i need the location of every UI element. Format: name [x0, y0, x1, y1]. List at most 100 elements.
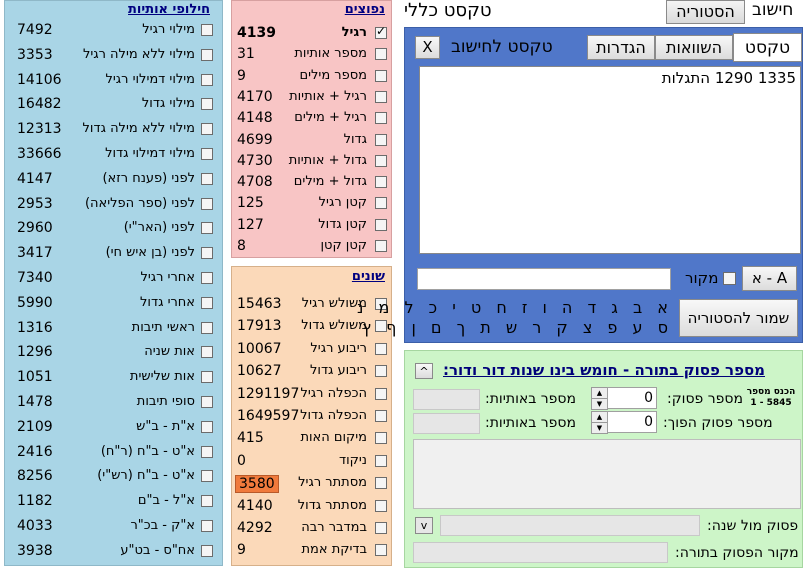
- swap-row-checkbox[interactable]: [201, 346, 213, 359]
- tab-history[interactable]: הסטוריה: [666, 0, 745, 24]
- swap-row-checkbox[interactable]: [201, 247, 213, 260]
- misc-row: 4292 במדבר רבה: [237, 518, 391, 540]
- swap-row-value: 8256: [17, 468, 53, 485]
- swap-row-checkbox[interactable]: [201, 172, 213, 185]
- common-row-checkbox[interactable]: [375, 24, 387, 39]
- swap-row-value: 1316: [17, 319, 53, 336]
- verse-vs-year-field: [440, 515, 700, 536]
- misc-row-label: מסתתר רגיל: [298, 475, 367, 491]
- verse-vs-year-label: פסוק מול שנה:: [707, 518, 799, 534]
- misc-row-checkbox[interactable]: [375, 387, 387, 400]
- common-row-checkbox[interactable]: [375, 69, 387, 82]
- swap-row-checkbox[interactable]: [201, 24, 213, 36]
- misc-title: שונים: [351, 269, 385, 284]
- swap-row: 4147 לפני (פענח רזא): [17, 169, 217, 191]
- misc-row-value: 17913: [237, 318, 282, 335]
- tab-settings[interactable]: הגדרות: [587, 35, 655, 60]
- tab-text[interactable]: טקסט: [733, 33, 802, 62]
- common-row-checkbox[interactable]: [375, 133, 387, 146]
- swap-row-checkbox[interactable]: [201, 48, 213, 61]
- source-checkbox[interactable]: [723, 272, 736, 285]
- misc-row-checkbox[interactable]: [375, 477, 387, 490]
- reverse-spinner-down-icon[interactable]: ▼: [591, 422, 608, 434]
- swap-row-checkbox[interactable]: [201, 98, 213, 111]
- swap-row-checkbox[interactable]: [201, 371, 213, 384]
- common-row: 4170 רגיל + אותיות: [237, 87, 391, 109]
- swap-row-checkbox[interactable]: [201, 321, 213, 334]
- letters-row-2[interactable]: ס ע פ צ ק ר ש ת ך ם ן ף ץ: [362, 318, 673, 337]
- enter-hint: הכנס מספר 1 - 5845: [741, 387, 801, 409]
- verse-panel-title: מספר פסוק בתורה - חומש בינו שנות דור ודו…: [443, 361, 765, 379]
- common-row-checkbox[interactable]: [375, 154, 387, 167]
- swap-row-checkbox[interactable]: [201, 544, 213, 557]
- tab-comparisons[interactable]: השוואות: [655, 35, 733, 60]
- common-row-checkbox[interactable]: [375, 240, 387, 252]
- misc-row: 1649597 הכפלה גדול: [237, 406, 391, 428]
- common-row-label: גדול + מילים: [293, 174, 367, 190]
- misc-row-checkbox[interactable]: [375, 454, 387, 467]
- swap-row-label: א"ט - ב"ח (רש"י): [97, 468, 195, 484]
- misc-row: 10067 ריבוע רגיל: [237, 339, 391, 361]
- swap-row: 3938 אח"ס - בט"ע: [17, 541, 217, 563]
- swap-row-checkbox[interactable]: [201, 445, 213, 458]
- verse-source-label: מקור הפסוק בתורה:: [675, 545, 799, 561]
- swap-row-checkbox[interactable]: [201, 148, 213, 160]
- misc-row-checkbox[interactable]: [375, 342, 387, 355]
- swap-row: 1478 סופי תיבות: [17, 392, 217, 414]
- swap-row-label: מילוי ללא מילה גדול: [82, 121, 195, 137]
- misc-row-checkbox[interactable]: [375, 544, 387, 557]
- common-row-checkbox[interactable]: [375, 48, 387, 61]
- swap-row-label: אות שניה: [144, 344, 195, 360]
- verse-year-dropdown-button[interactable]: v: [415, 517, 433, 534]
- swap-row-value: 14106: [17, 71, 62, 88]
- misc-row-checkbox[interactable]: [375, 499, 387, 512]
- swap-row-checkbox[interactable]: [201, 197, 213, 210]
- aleph-a-button[interactable]: א - A: [742, 266, 797, 291]
- common-row-value: 4148: [237, 110, 273, 127]
- save-to-history-button[interactable]: שמור להסטוריה: [679, 299, 798, 337]
- swap-row: 3417 לפני (בן איש חי): [17, 243, 217, 265]
- swap-row-checkbox[interactable]: [201, 222, 213, 235]
- swap-row-label: א"ת - ב"ש: [136, 418, 195, 434]
- swap-row: 12313 מילוי ללא מילה גדול: [17, 119, 217, 141]
- misc-row: 10627 ריבוע גדול: [237, 361, 391, 383]
- swap-row-checkbox[interactable]: [201, 420, 213, 433]
- tab-calc[interactable]: חישוב: [752, 0, 803, 24]
- swap-row-checkbox[interactable]: [201, 520, 213, 532]
- common-row-value: 4708: [237, 174, 273, 191]
- swap-row-checkbox[interactable]: [201, 396, 213, 408]
- swap-row-checkbox[interactable]: [201, 272, 213, 284]
- source-input[interactable]: [417, 268, 671, 290]
- swap-row-checkbox[interactable]: [201, 123, 213, 136]
- letters-row-1[interactable]: א ב ג ד ה ו ז ח ט י כ ל מ נ: [357, 298, 673, 317]
- verse-number-input[interactable]: 0: [607, 387, 657, 409]
- common-row-checkbox[interactable]: [375, 176, 387, 189]
- verse-spinner-down-icon[interactable]: ▼: [591, 398, 608, 410]
- misc-row: 0 ניקוד: [237, 451, 391, 473]
- common-row-label: גדול: [343, 131, 367, 147]
- collapse-button[interactable]: ^: [415, 363, 433, 379]
- swap-row-checkbox[interactable]: [201, 470, 213, 483]
- swap-row-value: 1051: [17, 369, 53, 386]
- swap-row-checkbox[interactable]: [201, 296, 213, 309]
- swap-row-checkbox[interactable]: [201, 495, 213, 508]
- close-button[interactable]: X: [415, 36, 440, 59]
- misc-row-value: 1291197: [237, 385, 300, 402]
- swap-row-checkbox[interactable]: [201, 73, 213, 86]
- misc-row-checkbox[interactable]: [375, 365, 387, 378]
- swap-row-label: מילוי דמילוי רגיל: [105, 71, 195, 87]
- swap-row-value: 3353: [17, 46, 53, 63]
- calc-text-area[interactable]: 1335 1290 התגלות: [419, 66, 801, 254]
- misc-row-checkbox[interactable]: [375, 432, 387, 445]
- common-row-checkbox[interactable]: [375, 218, 387, 231]
- swap-row: 2960 לפני (האר"י): [17, 218, 217, 240]
- common-row-checkbox[interactable]: [375, 90, 387, 103]
- common-row-checkbox[interactable]: [375, 112, 387, 125]
- misc-row-checkbox[interactable]: [375, 522, 387, 534]
- misc-row-checkbox[interactable]: [375, 410, 387, 422]
- reverse-verse-input[interactable]: 0: [607, 411, 657, 433]
- swap-row-value: 12313: [17, 121, 62, 138]
- common-row-checkbox[interactable]: [375, 197, 387, 210]
- reverse-verse-value: 0: [644, 414, 653, 430]
- swap-row: 16482 מילוי גדול: [17, 94, 217, 116]
